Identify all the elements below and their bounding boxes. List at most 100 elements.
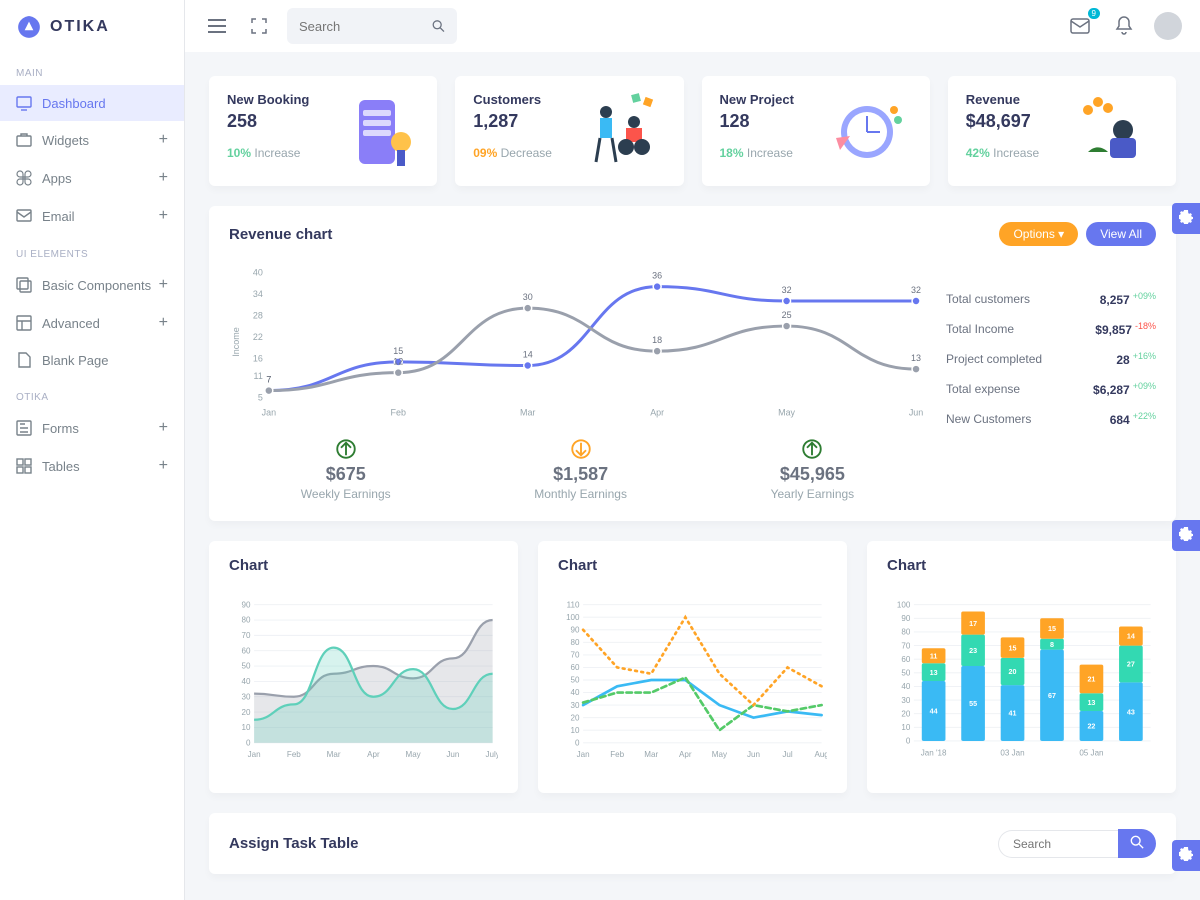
svg-text:28: 28 (253, 310, 263, 320)
side-stat-delta: +09% (1133, 381, 1156, 391)
side-stat: New Customers684+22% (946, 404, 1156, 434)
sidebar-item-advanced[interactable]: Advanced+ (0, 304, 184, 342)
expand-icon: + (159, 276, 168, 294)
svg-text:23: 23 (969, 647, 977, 655)
svg-text:13: 13 (930, 669, 938, 677)
search-input[interactable] (299, 19, 432, 34)
sidebar-item-apps[interactable]: Apps+ (0, 159, 184, 197)
svg-text:70: 70 (901, 641, 910, 650)
nav-label: Forms (42, 421, 79, 436)
svg-text:Apr: Apr (679, 750, 692, 759)
svg-text:11: 11 (254, 371, 263, 381)
svg-text:40: 40 (253, 267, 263, 277)
sidebar-item-basic-components[interactable]: Basic Components + (0, 266, 184, 304)
sidebar-item-tables[interactable]: Tables+ (0, 447, 184, 485)
side-stat-label: Total expense (946, 382, 1020, 396)
sidebar-item-forms[interactable]: Forms+ (0, 409, 184, 447)
svg-text:10: 10 (571, 726, 580, 735)
brand-name: OTIKA (50, 18, 110, 36)
fullscreen-icon[interactable] (245, 12, 273, 40)
svg-text:0: 0 (906, 737, 911, 746)
svg-text:Jul: Jul (782, 750, 793, 759)
revenue-chart-card: Revenue chart Options ▾ View All 5111622… (209, 206, 1176, 521)
stat-value: $48,697 (966, 111, 1039, 132)
stat-value: 258 (227, 111, 309, 132)
svg-text:20: 20 (571, 713, 580, 722)
settings-gear-3[interactable] (1172, 840, 1200, 871)
grid-icon (16, 458, 32, 474)
chart-card-2: Chart 0102030405060708090100110JanFebMar… (538, 541, 847, 793)
gear-icon (1178, 526, 1194, 542)
svg-text:40: 40 (242, 677, 251, 686)
chart-card-3: Chart 0102030405060708090100441311Jan '1… (867, 541, 1176, 793)
svg-text:43: 43 (1127, 708, 1135, 716)
menu-toggle-icon[interactable] (203, 12, 231, 40)
svg-text:Jan: Jan (248, 750, 261, 759)
svg-text:May: May (405, 750, 421, 759)
header-search[interactable] (287, 8, 457, 44)
svg-text:20: 20 (901, 709, 910, 718)
sidebar: OTIKA MAINDashboardWidgets+Apps+Email+UI… (0, 0, 185, 900)
table-search-button[interactable] (1118, 829, 1156, 858)
command-icon (16, 170, 32, 186)
expand-icon: + (159, 314, 168, 332)
svg-text:Income: Income (231, 327, 241, 356)
side-stat-value: 8,257 (1100, 293, 1130, 307)
nav-label: Apps (42, 171, 72, 186)
svg-text:Feb: Feb (391, 408, 406, 418)
side-stat-value: 684 (1110, 413, 1130, 427)
copy-icon (16, 277, 32, 293)
nav-label: Dashboard (42, 96, 106, 111)
revenue-line-chart: 5111622283440JanFebMarAprMayJunIncome715… (229, 262, 926, 422)
svg-text:100: 100 (566, 613, 580, 622)
svg-text:80: 80 (571, 638, 580, 647)
stat-title: Customers (473, 92, 552, 107)
svg-text:50: 50 (901, 669, 910, 678)
svg-text:Apr: Apr (650, 408, 664, 418)
viewall-button[interactable]: View All (1086, 222, 1156, 246)
user-avatar[interactable] (1154, 12, 1182, 40)
svg-text:30: 30 (242, 692, 251, 701)
earning-value: $1,587 (534, 464, 627, 485)
svg-text:0: 0 (575, 738, 580, 747)
sidebar-item-widgets[interactable]: Widgets+ (0, 121, 184, 159)
notification-button[interactable] (1110, 12, 1138, 40)
settings-gear-1[interactable] (1172, 203, 1200, 234)
svg-text:40: 40 (901, 682, 910, 691)
options-button[interactable]: Options ▾ (999, 222, 1078, 246)
stat-card-new-booking: New Booking25810% Increase (209, 76, 437, 186)
earning-value: $45,965 (771, 464, 855, 485)
side-stat-delta: +16% (1133, 351, 1156, 361)
svg-text:40: 40 (571, 688, 580, 697)
top-header: 9 (185, 0, 1200, 52)
side-stat-delta: -18% (1135, 321, 1156, 331)
side-stat-label: Total Income (946, 322, 1014, 336)
sidebar-item-blank-page[interactable]: Blank Page (0, 342, 184, 378)
stat-title: Revenue (966, 92, 1039, 107)
sidebar-item-dashboard[interactable]: Dashboard (0, 85, 184, 121)
svg-text:15: 15 (1048, 625, 1056, 633)
svg-text:15: 15 (393, 346, 403, 356)
revenue-side-stats: Total customers8,257+09%Total Income$9,8… (946, 262, 1156, 501)
svg-text:8: 8 (1050, 641, 1054, 649)
svg-text:60: 60 (571, 663, 580, 672)
side-stat-label: Project completed (946, 352, 1042, 366)
logo[interactable]: OTIKA (0, 0, 184, 54)
earning-weekly-earnings: $675Weekly Earnings (301, 439, 391, 501)
stat-change: 42% Increase (966, 146, 1039, 160)
nav-label: Basic Components (42, 278, 151, 293)
arrow-up-circle-icon (802, 439, 822, 459)
mail-button[interactable]: 9 (1066, 12, 1094, 40)
assign-task-card: Assign Task Table (209, 813, 1176, 874)
stat-value: 128 (720, 111, 794, 132)
edit-icon (16, 420, 32, 436)
svg-text:Mar: Mar (327, 750, 341, 759)
settings-gear-2[interactable] (1172, 520, 1200, 551)
nav-label: Widgets (42, 133, 89, 148)
sidebar-item-email[interactable]: Email+ (0, 197, 184, 235)
svg-text:41: 41 (1009, 710, 1017, 718)
svg-text:67: 67 (1048, 692, 1056, 700)
svg-text:90: 90 (242, 600, 251, 609)
svg-text:7: 7 (266, 375, 271, 385)
table-search-input[interactable] (998, 830, 1118, 858)
